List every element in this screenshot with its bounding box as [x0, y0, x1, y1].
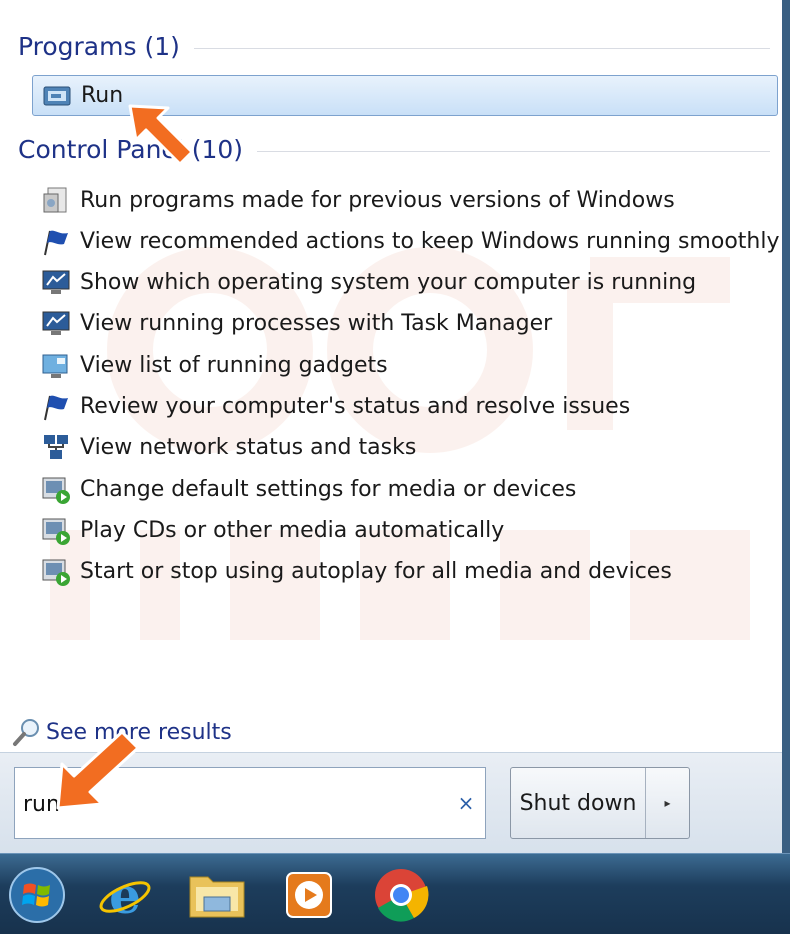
result-item-program-compatibility[interactable]: Run programs made for previous versions … — [32, 180, 778, 221]
result-item-label: Run — [81, 83, 124, 108]
program-compatibility-icon — [40, 185, 72, 217]
result-item-label: Run programs made for previous versions … — [80, 188, 675, 213]
result-item-network-status[interactable]: View network status and tasks — [32, 427, 778, 468]
taskbar-google-chrome[interactable] — [368, 862, 434, 928]
see-more-results-link[interactable]: See more results — [12, 714, 232, 750]
header-divider — [193, 47, 770, 49]
chrome-icon — [375, 869, 429, 922]
search-bar-area: × Shut down ▸ — [0, 752, 782, 854]
system-monitor-icon — [40, 308, 72, 340]
header-divider — [257, 150, 770, 152]
result-item-label: Show which operating system your compute… — [80, 270, 697, 295]
result-item-label: Start or stop using autoplay for all med… — [80, 559, 672, 584]
result-item-label: View running processes with Task Manager — [80, 311, 553, 336]
result-item-autoplay-toggle[interactable]: Start or stop using autoplay for all med… — [32, 551, 778, 592]
clear-search-icon[interactable]: × — [455, 788, 477, 818]
system-monitor-icon — [40, 267, 72, 299]
folder-icon — [189, 876, 245, 918]
control-panel-group-header[interactable]: Control Panel (10) — [18, 129, 770, 169]
taskbar-media-player[interactable] — [276, 862, 342, 928]
control-panel-group-title: Control Panel (10) — [18, 134, 244, 164]
shutdown-button[interactable]: Shut down — [511, 768, 646, 838]
shutdown-options-arrow-icon[interactable]: ▸ — [646, 768, 689, 838]
search-box[interactable]: × — [14, 767, 486, 839]
shutdown-button-group: Shut down ▸ — [510, 767, 690, 839]
taskbar: e — [0, 853, 790, 934]
result-item-computer-status[interactable]: Review your computer's status and resolv… — [32, 386, 778, 427]
start-menu: Programs (1) Run Control Panel (10) Run … — [0, 0, 790, 854]
result-item-label: View recommended actions to keep Windows… — [80, 229, 780, 254]
result-item-media-defaults[interactable]: Change default settings for media or dev… — [32, 469, 778, 510]
media-player-icon — [286, 872, 332, 918]
autoplay-icon — [40, 474, 72, 506]
network-icon — [40, 432, 72, 464]
taskbar-windows-explorer[interactable] — [184, 862, 250, 928]
result-item-run[interactable]: Run — [32, 75, 778, 116]
autoplay-icon — [40, 515, 72, 547]
action-center-flag-icon — [40, 226, 72, 258]
see-more-results-label: See more results — [46, 719, 232, 745]
result-item-recommended-actions[interactable]: View recommended actions to keep Windows… — [32, 221, 780, 262]
result-item-task-manager[interactable]: View running processes with Task Manager — [32, 303, 778, 344]
svg-text:e: e — [109, 866, 141, 925]
magnifier-icon — [12, 717, 42, 747]
result-item-os-info[interactable]: Show which operating system your compute… — [32, 262, 778, 303]
windows-logo-icon — [9, 867, 65, 923]
programs-group-title: Programs (1) — [18, 31, 180, 61]
search-input[interactable] — [21, 786, 445, 822]
internet-explorer-icon: e — [99, 866, 151, 925]
run-icon — [41, 80, 73, 112]
result-item-label: Review your computer's status and resolv… — [80, 394, 631, 419]
result-item-play-cds[interactable]: Play CDs or other media automatically — [32, 510, 778, 551]
taskbar-internet-explorer[interactable]: e — [92, 862, 158, 928]
gadgets-icon — [40, 350, 72, 382]
result-item-label: Play CDs or other media automatically — [80, 518, 505, 543]
result-item-label: Change default settings for media or dev… — [80, 477, 577, 502]
result-item-running-gadgets[interactable]: View list of running gadgets — [32, 345, 778, 386]
autoplay-icon — [40, 556, 72, 588]
action-center-flag-icon — [40, 391, 72, 423]
result-item-label: View list of running gadgets — [80, 353, 388, 378]
start-button[interactable] — [4, 862, 70, 928]
programs-group-header[interactable]: Programs (1) — [18, 26, 770, 66]
result-item-label: View network status and tasks — [80, 435, 417, 460]
